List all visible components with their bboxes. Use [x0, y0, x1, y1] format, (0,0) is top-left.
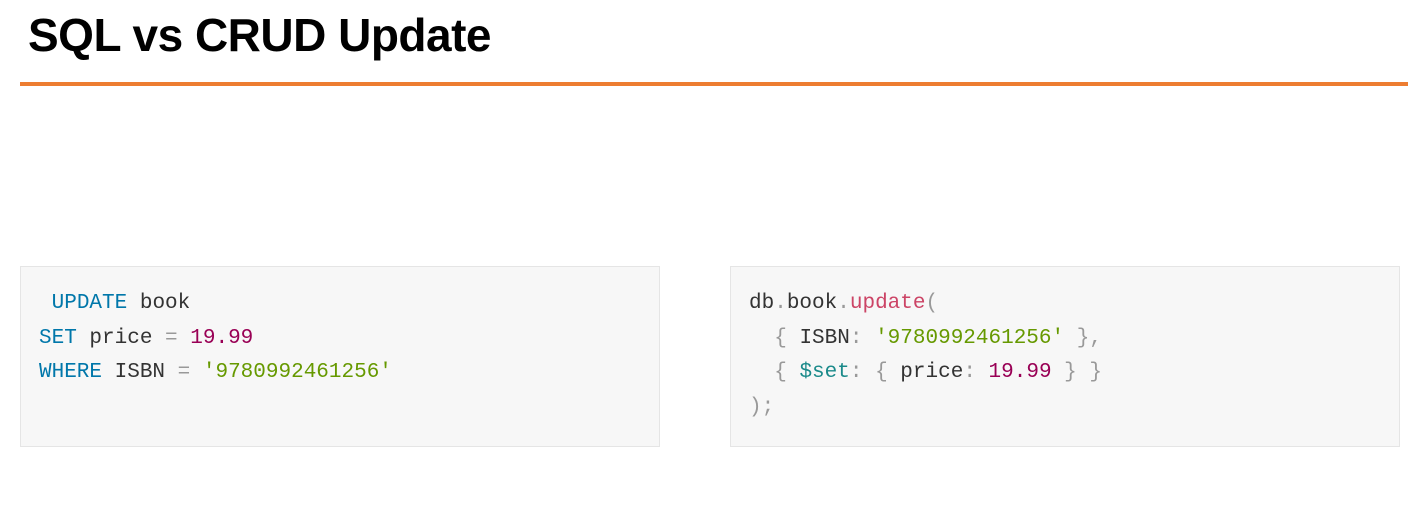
crud-brace-o3: {: [875, 361, 888, 384]
crud-open-paren: (: [925, 292, 938, 315]
crud-dot2: .: [837, 292, 850, 315]
sql-code-block: UPDATE book SET price = 19.99 WHERE ISBN…: [20, 266, 660, 447]
sql-price-value: 19.99: [190, 327, 253, 350]
sql-field-price: price: [89, 327, 152, 350]
crud-colon1: :: [850, 327, 863, 350]
crud-brace-o1: {: [774, 327, 787, 350]
sql-keyword-set: SET: [39, 327, 77, 350]
sql-eq2: =: [178, 361, 191, 384]
crud-db: db: [749, 292, 774, 315]
crud-semi: ;: [762, 396, 775, 419]
sql-keyword-where: WHERE: [39, 361, 102, 384]
crud-brace-o2: {: [774, 361, 787, 384]
crud-isbn-key: ISBN: [799, 327, 849, 350]
sql-keyword-update: UPDATE: [52, 292, 128, 315]
crud-brace-c3: }: [1064, 361, 1077, 384]
slide-container: SQL vs CRUD Update UPDATE book SET price…: [0, 0, 1428, 467]
divider: [20, 82, 1408, 86]
sql-field-isbn: ISBN: [115, 361, 165, 384]
crud-price-val: 19.99: [989, 361, 1052, 384]
crud-price-key: price: [900, 361, 963, 384]
crud-book: book: [787, 292, 837, 315]
crud-brace-c1: }: [1077, 327, 1090, 350]
crud-isbn-val: '9780992461256': [875, 327, 1064, 350]
crud-close-paren: ): [749, 396, 762, 419]
sql-table: book: [140, 292, 190, 315]
code-columns: UPDATE book SET price = 19.99 WHERE ISBN…: [20, 266, 1408, 467]
crud-update-method: update: [850, 292, 926, 315]
sql-eq1: =: [165, 327, 178, 350]
crud-brace-c2: }: [1089, 361, 1102, 384]
sql-isbn-value: '9780992461256': [203, 361, 392, 384]
crud-code-block: db.book.update( { ISBN: '9780992461256' …: [730, 266, 1400, 447]
crud-colon3: :: [963, 361, 976, 384]
crud-dot1: .: [774, 292, 787, 315]
crud-comma1: ,: [1089, 327, 1102, 350]
crud-colon2: :: [850, 361, 863, 384]
crud-set-key: $set: [799, 361, 849, 384]
slide-title: SQL vs CRUD Update: [20, 0, 1408, 82]
